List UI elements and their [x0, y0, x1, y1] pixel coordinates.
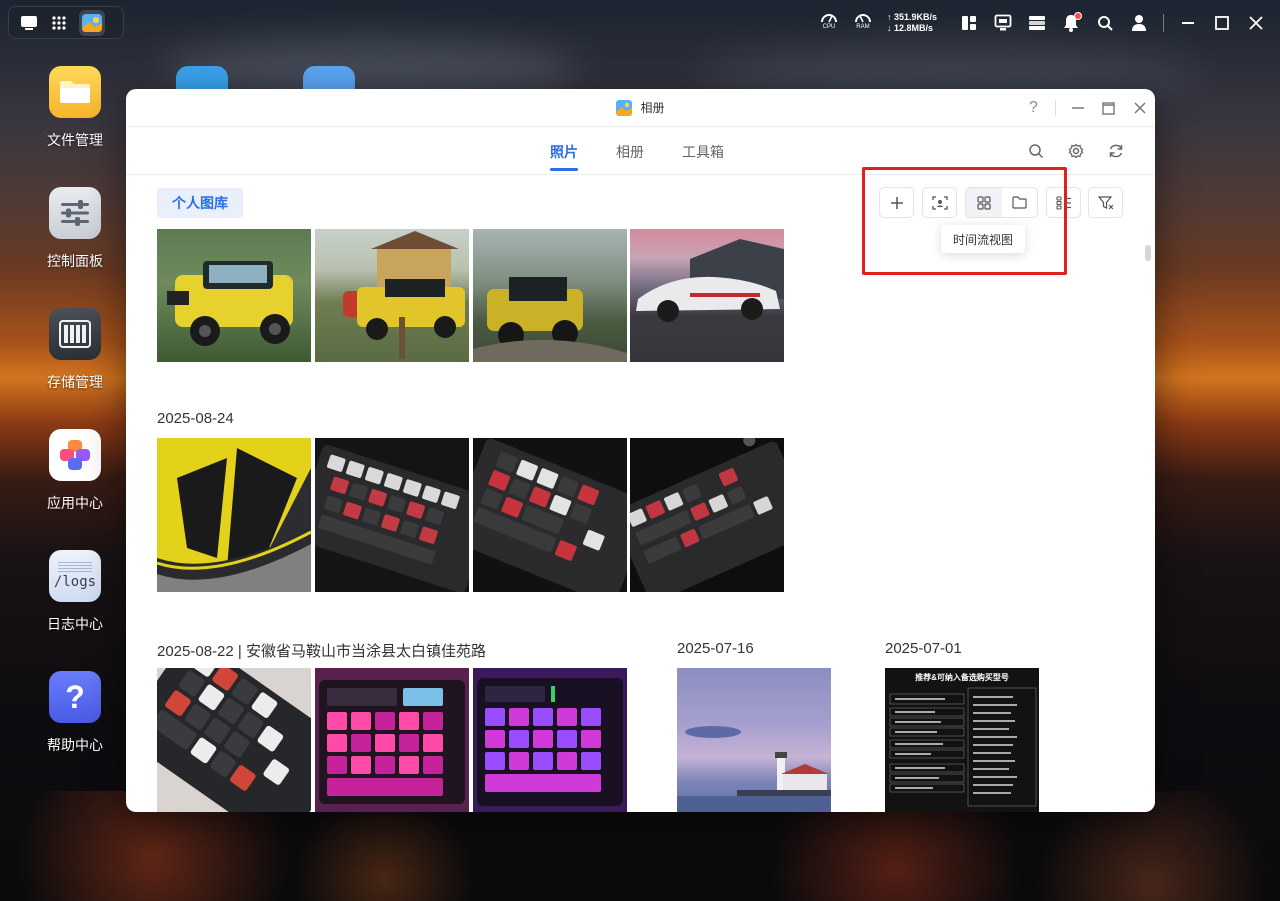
taskbar-right: CPU RAM ↑ 351.9KB/s ↓ 12.8MB/s [819, 8, 1266, 38]
photo-thumbnail[interactable] [157, 438, 311, 592]
server-icon[interactable] [1027, 13, 1047, 33]
desktop-icon-label: 存储管理 [47, 374, 103, 390]
ram-label: RAM [856, 24, 870, 30]
window-close-button[interactable] [1124, 89, 1155, 127]
desktop-icon-label: 日志中心 [47, 616, 103, 632]
logs-icon: /logs [49, 550, 101, 602]
folder-icon [49, 66, 101, 118]
photo-thumbnail[interactable] [315, 668, 469, 812]
scrollbar-thumb[interactable] [1145, 245, 1151, 261]
photo-thumbnail[interactable] [473, 438, 627, 592]
window-maximize-button[interactable] [1093, 89, 1124, 127]
logs-icon-text: /logs [53, 574, 97, 590]
app-grid-icon[interactable] [49, 13, 69, 33]
monitor-icon[interactable] [993, 13, 1013, 33]
photos-window: 相册 ? 照片 相册 工具箱 个人图库 时间流视图 2025-08-24 202… [126, 89, 1155, 812]
widgets-icon[interactable] [959, 13, 979, 33]
desktop-icon-help-center[interactable]: ? 帮助中心 [35, 671, 115, 755]
download-speed: 12.8MB/s [893, 23, 933, 33]
desktop-icon-storage[interactable]: 存储管理 [35, 308, 115, 392]
desktop-icon-file-manager[interactable]: 文件管理 [35, 66, 115, 150]
photo-thumbnail[interactable] [473, 668, 627, 812]
apps-icon [49, 429, 101, 481]
tab-albums[interactable]: 相册 [616, 142, 644, 162]
upload-speed: 351.9KB/s [893, 12, 937, 22]
window-controls: ? [1018, 89, 1155, 127]
library-tag[interactable]: 个人图库 [157, 188, 243, 218]
photo-thumbnail[interactable] [630, 229, 784, 362]
photo-thumbnail[interactable] [630, 438, 784, 592]
refresh-icon[interactable] [1107, 142, 1125, 160]
desktop-icon-label: 文件管理 [47, 132, 103, 148]
cpu-meter[interactable]: CPU [819, 10, 839, 36]
logs-icon-lines [58, 562, 92, 572]
divider [1163, 14, 1164, 32]
notification-dot [1074, 12, 1082, 20]
photo-thumbnail[interactable] [157, 668, 311, 812]
date-group-label: 2025-08-22 | 安徽省马鞍山市当涂县太白镇佳苑路 [157, 643, 486, 660]
upload-arrow-icon: ↑ [886, 12, 892, 22]
ram-meter[interactable]: RAM [853, 10, 873, 36]
date-group-label: 2025-07-16 [677, 640, 754, 657]
cpu-label: CPU [822, 24, 836, 30]
download-arrow-icon: ↓ [886, 23, 892, 33]
titlebar-divider [1055, 100, 1056, 116]
photos-taskbar-icon[interactable] [79, 9, 105, 36]
photo-thumbnail[interactable]: 推荐&可纳入备选购买型号 [885, 668, 1039, 812]
search-icon[interactable] [1027, 142, 1045, 160]
user-icon[interactable] [1129, 13, 1149, 33]
minimize-all-icon[interactable] [1178, 13, 1198, 33]
taskbar-left [8, 6, 124, 39]
sliders-icon [49, 187, 101, 239]
tab-toolbox[interactable]: 工具箱 [682, 142, 724, 162]
desktop-icon-label: 帮助中心 [47, 737, 103, 753]
tab-photos[interactable]: 照片 [550, 142, 578, 171]
network-speed: ↑ 351.9KB/s ↓ 12.8MB/s [887, 12, 937, 34]
maximize-icon[interactable] [1212, 13, 1232, 33]
help-icon: ? [49, 671, 101, 723]
desktop-icon-control-panel[interactable]: 控制面板 [35, 187, 115, 271]
doc-thumbnail-title: 推荐&可纳入备选购买型号 [915, 672, 1009, 682]
photo-thumbnail[interactable] [157, 229, 311, 362]
search-icon[interactable] [1095, 13, 1115, 33]
settings-gear-icon[interactable] [1067, 142, 1085, 160]
desktop-icon-app-center[interactable]: 应用中心 [35, 429, 115, 513]
photo-thumbnail[interactable] [473, 229, 627, 362]
photo-thumbnail[interactable] [315, 438, 469, 592]
show-desktop-icon[interactable] [19, 13, 39, 33]
date-group-label: 2025-07-01 [885, 640, 962, 657]
window-title: 相册 [640, 101, 665, 115]
window-titlebar[interactable]: 相册 ? [126, 89, 1155, 127]
photo-thumbnail[interactable] [677, 668, 831, 812]
notification-bell-icon[interactable] [1061, 12, 1082, 33]
highlight-box [862, 167, 1067, 275]
close-icon[interactable] [1246, 13, 1266, 33]
desktop-icon-log-center[interactable]: /logs 日志中心 [35, 550, 115, 634]
photo-thumbnail[interactable] [315, 229, 469, 362]
photos-app-icon [616, 99, 633, 116]
desktop-icon-label: 应用中心 [47, 495, 103, 511]
help-icon-glyph: ? [65, 678, 85, 715]
date-group-label: 2025-08-24 [157, 410, 234, 427]
storage-icon [49, 308, 101, 360]
help-button[interactable]: ? [1018, 89, 1049, 127]
window-minimize-button[interactable] [1062, 89, 1093, 127]
filter-button[interactable] [1088, 187, 1123, 218]
desktop-icon-label: 控制面板 [47, 253, 103, 269]
